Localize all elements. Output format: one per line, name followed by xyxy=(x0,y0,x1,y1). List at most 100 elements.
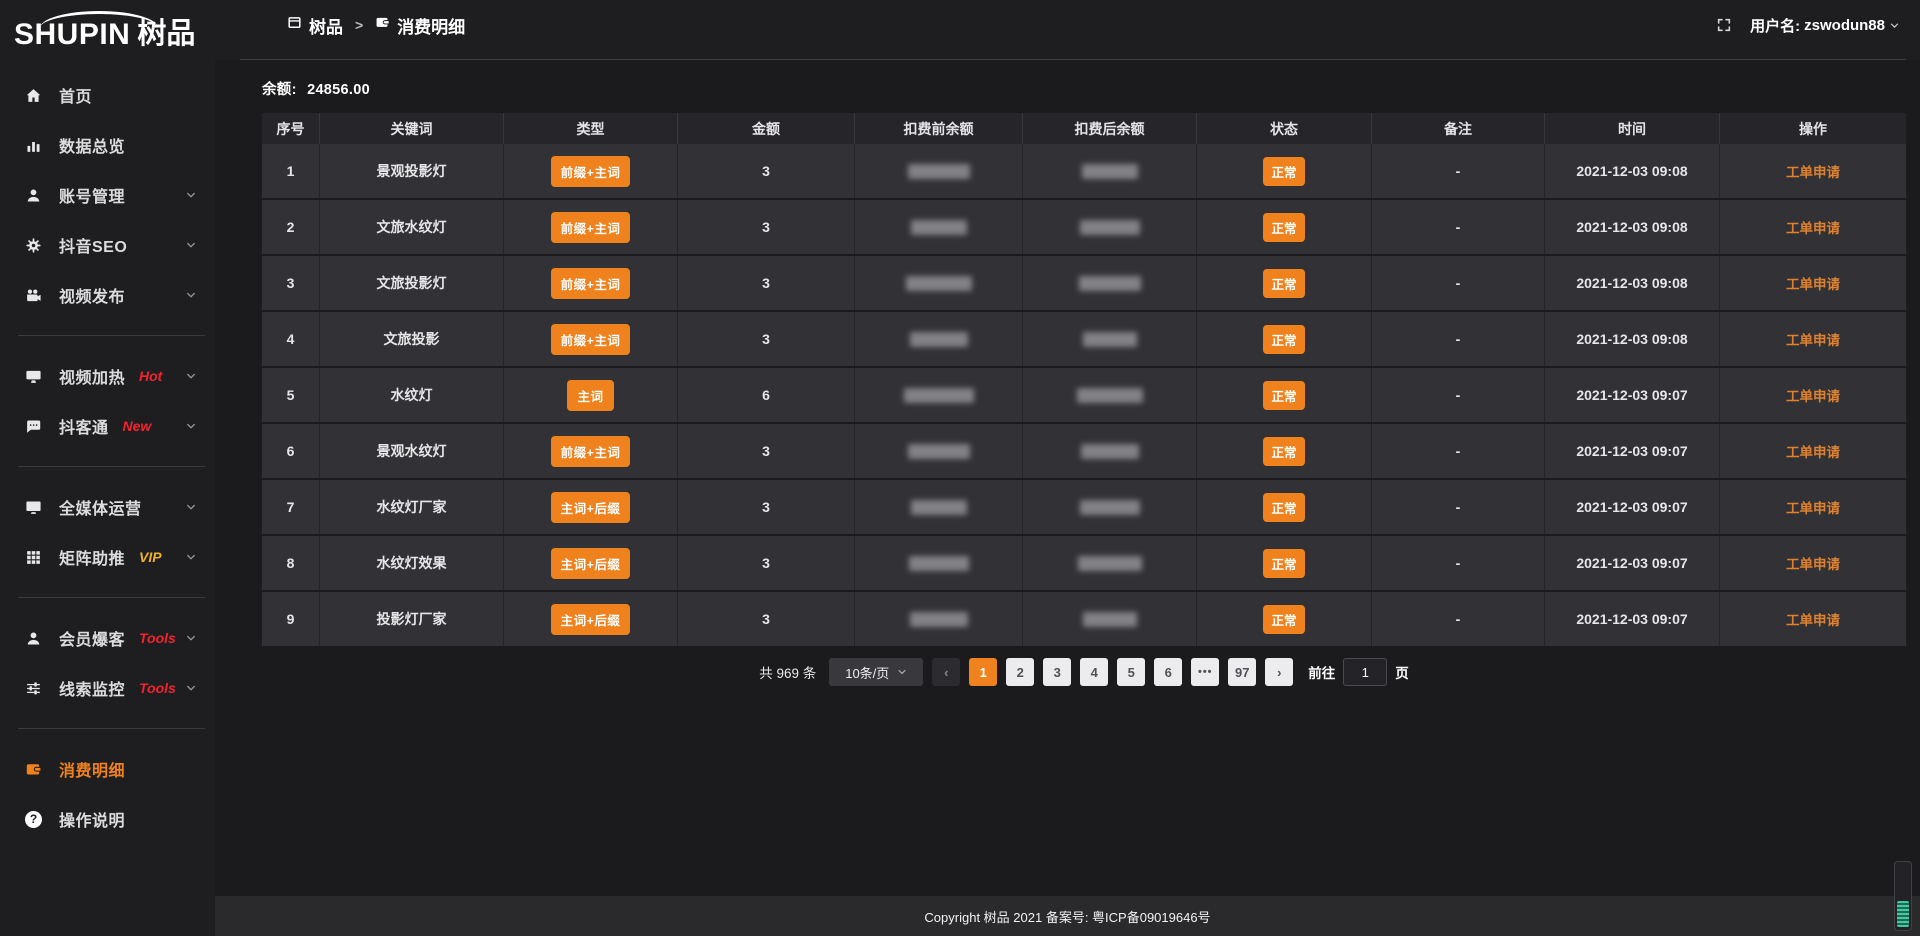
sidebar-item-home[interactable]: 首页 xyxy=(0,70,215,120)
sidebar-divider xyxy=(18,466,205,467)
page-button-6[interactable]: 6 xyxy=(1154,658,1182,686)
chevron-down-icon xyxy=(1889,20,1900,31)
prev-page-button[interactable]: ‹ xyxy=(932,658,960,686)
cell-status: 正常 xyxy=(1197,144,1372,198)
work-order-link[interactable]: 工单申请 xyxy=(1786,609,1840,629)
row-number: 2 xyxy=(287,219,295,235)
page-size-select[interactable]: 10条/页 xyxy=(829,658,923,686)
keyword-text: 文旅投影 xyxy=(384,329,440,349)
sidebar-item-member-baoke[interactable]: 会员爆客Tools xyxy=(0,613,215,663)
work-order-link[interactable]: 工单申请 xyxy=(1786,497,1840,517)
sidebar-item-video-publish[interactable]: 视频发布 xyxy=(0,270,215,320)
cell-after-balance xyxy=(1023,592,1197,646)
mini-scrollbar[interactable] xyxy=(1894,861,1912,931)
header-right: 用户名: zswodun88 xyxy=(1716,15,1900,36)
breadcrumb-label: 消费明细 xyxy=(397,13,465,38)
user-menu[interactable]: 用户名: zswodun88 xyxy=(1750,15,1900,36)
cell-status: 正常 xyxy=(1197,200,1372,254)
work-order-link[interactable]: 工单申请 xyxy=(1786,385,1840,405)
cell-time: 2021-12-03 09:08 xyxy=(1545,312,1720,366)
work-order-link[interactable]: 工单申请 xyxy=(1786,553,1840,573)
pagination: 共 969 条 10条/页 ‹ 123456•••97 › 前往 页 xyxy=(262,658,1906,686)
sidebar-item-consumption-detail[interactable]: 消费明细 xyxy=(0,744,215,794)
cell-status: 正常 xyxy=(1197,424,1372,478)
amount-text: 3 xyxy=(762,611,770,627)
cell-type: 前缀+主词 xyxy=(504,144,678,198)
cell-action: 工单申请 xyxy=(1720,312,1906,366)
footer: Copyright 树品 2021 备案号: 粤ICP备09019646号 xyxy=(215,896,1920,936)
chevron-down-icon xyxy=(185,289,197,301)
cell-no: 7 xyxy=(262,480,320,534)
cell-amount: 3 xyxy=(678,592,855,646)
cell-no: 6 xyxy=(262,424,320,478)
sidebar: SHUPIN 树品 首页数据总览账号管理抖音SEO视频发布视频加热Hot抖客通N… xyxy=(0,0,215,936)
work-order-link[interactable]: 工单申请 xyxy=(1786,273,1840,293)
app-screen: SHUPIN 树品 首页数据总览账号管理抖音SEO视频发布视频加热Hot抖客通N… xyxy=(0,0,1920,936)
cell-status: 正常 xyxy=(1197,480,1372,534)
sidebar-item-operation-guide[interactable]: ?操作说明 xyxy=(0,794,215,844)
page-button-97[interactable]: 97 xyxy=(1228,658,1256,686)
table-body: 1景观投影灯前缀+主词3正常-2021-12-03 09:08工单申请2文旅水纹… xyxy=(262,144,1906,648)
page-button-1[interactable]: 1 xyxy=(969,658,997,686)
breadcrumb: 树品 > 消费明细 xyxy=(287,13,465,38)
cell-before-balance xyxy=(855,312,1023,366)
cell-time: 2021-12-03 09:08 xyxy=(1545,200,1720,254)
type-badge: 主词+后缀 xyxy=(551,604,631,635)
work-order-link[interactable]: 工单申请 xyxy=(1786,329,1840,349)
work-order-link[interactable]: 工单申请 xyxy=(1786,161,1840,181)
remark-text: - xyxy=(1456,331,1461,347)
cell-remark: - xyxy=(1372,256,1545,310)
sidebar-item-video-heating[interactable]: 视频加热Hot xyxy=(0,351,215,401)
time-text: 2021-12-03 09:07 xyxy=(1576,555,1687,571)
cell-amount: 3 xyxy=(678,256,855,310)
cell-amount: 3 xyxy=(678,480,855,534)
time-text: 2021-12-03 09:08 xyxy=(1576,331,1687,347)
sidebar-item-badge: VIP xyxy=(139,549,162,565)
status-badge: 正常 xyxy=(1263,437,1304,466)
work-order-link[interactable]: 工单申请 xyxy=(1786,217,1840,237)
goto-page-input[interactable] xyxy=(1343,658,1387,686)
page-button-2[interactable]: 2 xyxy=(1006,658,1034,686)
fullscreen-icon[interactable] xyxy=(1716,17,1732,33)
status-badge: 正常 xyxy=(1263,269,1304,298)
breadcrumb-item-home[interactable]: 树品 xyxy=(287,13,343,38)
remark-text: - xyxy=(1456,219,1461,235)
status-badge: 正常 xyxy=(1263,549,1304,578)
breadcrumb-label: 树品 xyxy=(309,13,343,38)
next-page-button[interactable]: › xyxy=(1265,658,1293,686)
table-row: 7水纹灯厂家主词+后缀3正常-2021-12-03 09:07工单申请 xyxy=(262,480,1906,536)
type-badge: 前缀+主词 xyxy=(551,268,631,299)
sidebar-item-douketong[interactable]: 抖客通New xyxy=(0,401,215,451)
cell-before-balance xyxy=(855,200,1023,254)
remark-text: - xyxy=(1456,443,1461,459)
work-order-link[interactable]: 工单申请 xyxy=(1786,441,1840,461)
redacted-after-balance xyxy=(1083,332,1137,347)
grid-icon xyxy=(23,548,44,566)
screen-icon xyxy=(23,367,44,385)
type-badge: 主词+后缀 xyxy=(551,548,631,579)
sidebar-item-douyin-seo[interactable]: 抖音SEO xyxy=(0,220,215,270)
time-text: 2021-12-03 09:07 xyxy=(1576,499,1687,515)
sidebar-item-matrix-boost[interactable]: 矩阵助推VIP xyxy=(0,532,215,582)
cell-remark: - xyxy=(1372,368,1545,422)
redacted-after-balance xyxy=(1081,444,1139,459)
page-button-5[interactable]: 5 xyxy=(1117,658,1145,686)
cell-no: 5 xyxy=(262,368,320,422)
balance: 余额: 24856.00 xyxy=(262,78,1906,99)
logo[interactable]: SHUPIN 树品 xyxy=(0,0,215,58)
cell-no: 8 xyxy=(262,536,320,590)
page-button-4[interactable]: 4 xyxy=(1080,658,1108,686)
page-ellipsis-button[interactable]: ••• xyxy=(1191,658,1219,686)
sidebar-item-all-media-operation[interactable]: 全媒体运营 xyxy=(0,482,215,532)
sidebar-item-lead-monitoring[interactable]: 线索监控Tools xyxy=(0,663,215,713)
sidebar-item-data-overview[interactable]: 数据总览 xyxy=(0,120,215,170)
sidebar-item-badge: New xyxy=(123,418,152,434)
page-button-3[interactable]: 3 xyxy=(1043,658,1071,686)
status-badge: 正常 xyxy=(1263,605,1304,634)
cell-no: 1 xyxy=(262,144,320,198)
cell-type: 主词+后缀 xyxy=(504,592,678,646)
cell-before-balance xyxy=(855,480,1023,534)
username-value: zswodun88 xyxy=(1804,17,1885,34)
sidebar-item-account-management[interactable]: 账号管理 xyxy=(0,170,215,220)
breadcrumb-item-current[interactable]: 消费明细 xyxy=(375,13,465,38)
